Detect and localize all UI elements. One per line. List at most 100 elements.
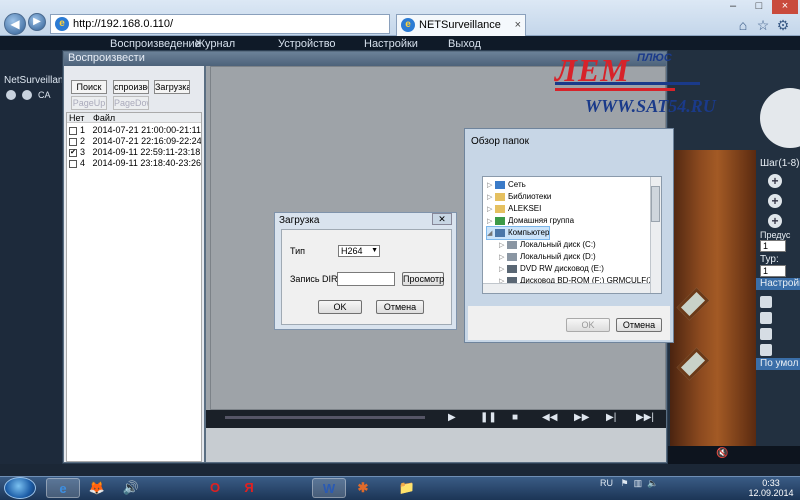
default-label: По умол xyxy=(760,358,799,369)
menu-device[interactable]: Устройство xyxy=(278,38,336,50)
address-bar[interactable]: e http://192.168.0.110/ xyxy=(50,14,390,34)
download-dialog-body: Тип H264 ▼ Запись DIR Просмотр OK Отмена xyxy=(281,229,452,325)
last-icon[interactable]: ▶▶| xyxy=(636,411,654,425)
tree-item[interactable]: ▷ Библиотеки xyxy=(487,191,551,203)
mute-icon[interactable]: 🔇 xyxy=(716,448,728,459)
ok-button[interactable]: OK xyxy=(566,318,610,332)
tab-close-icon[interactable]: × xyxy=(515,15,521,35)
tree-item[interactable]: ◢ Компьютер xyxy=(485,226,551,240)
device-tree-title[interactable]: NetSurveillan xyxy=(4,75,63,86)
playback-controls xyxy=(206,410,666,428)
home-icon[interactable]: ⌂ xyxy=(734,16,752,34)
default-button[interactable]: По умол xyxy=(756,358,800,370)
browser-tab[interactable]: e NETSurveillance WEB × xyxy=(396,14,526,51)
taskbar-media-icon[interactable]: 🔊 xyxy=(114,478,148,498)
hue-icon[interactable] xyxy=(760,344,772,356)
gear-icon[interactable]: ⚙ xyxy=(774,16,792,34)
tree-item[interactable]: ▷ Локальный диск (D:) xyxy=(499,251,596,263)
menu-playback[interactable]: Воспроизведение xyxy=(110,38,201,50)
cancel-button[interactable]: Отмена xyxy=(616,318,662,332)
record-icon[interactable] xyxy=(6,90,16,100)
tree-item[interactable]: ▷ Сеть xyxy=(487,179,526,191)
next-frame-icon[interactable]: ▶| xyxy=(606,411,616,425)
folder-icon xyxy=(495,228,505,237)
tree-item[interactable]: ▷ Домашняя группа xyxy=(487,215,574,227)
search-button[interactable]: Поиск xyxy=(71,80,107,94)
taskbar-ie-icon[interactable]: e xyxy=(46,478,80,498)
live-video-strip xyxy=(670,150,756,446)
tree-scroll-thumb[interactable] xyxy=(651,186,660,222)
brightness-icon[interactable] xyxy=(760,296,772,308)
taskbar-app7-icon[interactable]: ✱ xyxy=(346,478,380,498)
table-row[interactable]: 4 2014-09-11 23:18:40-23:26:46(... xyxy=(69,158,201,169)
browse-button[interactable]: Просмотр xyxy=(402,272,444,286)
taskbar-word-icon[interactable]: W xyxy=(312,478,346,498)
tree-item[interactable]: ▷ ALEKSEI xyxy=(487,203,541,215)
step-label: Шаг(1-8) xyxy=(760,158,800,169)
page-down-button[interactable]: PageDown xyxy=(113,96,149,110)
table-row[interactable]: ✔3 2014-09-11 22:59:11-23:18:40(... xyxy=(69,147,201,158)
playback-button[interactable]: спроизвес xyxy=(113,80,149,94)
table-row[interactable]: 2 2014-07-21 22:16:09-22:24:30(... xyxy=(69,136,201,147)
close-icon[interactable]: ✕ xyxy=(432,213,452,225)
tree-item-label: ALEKSEI xyxy=(508,204,542,213)
star-icon[interactable]: ☆ xyxy=(754,16,772,34)
file-checkbox[interactable] xyxy=(69,137,77,146)
type-input[interactable]: 1 xyxy=(760,265,786,277)
progress-slider[interactable] xyxy=(225,416,425,419)
iris-plus-button[interactable]: + xyxy=(768,214,782,228)
page-up-button[interactable]: PageUp xyxy=(71,96,107,110)
menu-log[interactable]: Журнал xyxy=(195,38,235,50)
slow-icon[interactable]: ◀◀ xyxy=(542,411,557,425)
zoom-plus-button[interactable]: + xyxy=(768,174,782,188)
minimize-button[interactable]: – xyxy=(720,0,746,14)
forward-button[interactable]: ▶ xyxy=(28,13,46,31)
file-checkbox[interactable] xyxy=(69,159,77,168)
flag-icon[interactable]: ⚑ xyxy=(621,478,629,488)
start-button[interactable] xyxy=(4,477,36,499)
folder-tree: ▷ Сеть ▷ Библиотеки ▷ ALEKSEI ▷ Домашняя группа… xyxy=(482,176,662,294)
play-icon[interactable] xyxy=(22,90,32,100)
clock-date: 12.09.2014 xyxy=(748,488,794,498)
taskbar-firefox-icon[interactable]: 🦊 xyxy=(80,478,114,498)
back-button[interactable]: ◀ xyxy=(4,13,26,35)
file-checkbox[interactable]: ✔ xyxy=(69,148,77,157)
tree-item[interactable]: ▷ Локальный диск (C:) xyxy=(499,239,596,251)
menu-settings[interactable]: Настройки xyxy=(364,38,418,50)
tree-expander-icon[interactable]: ◢ xyxy=(487,228,495,240)
tree-item-label: DVD RW дисковод (E:) xyxy=(520,264,604,273)
menu-exit[interactable]: Выход xyxy=(448,38,481,50)
stop-icon[interactable]: ■ xyxy=(512,411,518,425)
speaker-icon[interactable]: 🔈 xyxy=(647,478,658,488)
maximize-button[interactable]: □ xyxy=(746,0,772,14)
door-glass-decor xyxy=(676,287,710,321)
close-button[interactable]: × xyxy=(772,0,798,14)
folder-icon xyxy=(507,240,517,249)
clock[interactable]: 0:33 12.09.2014 xyxy=(746,478,796,498)
contrast-icon[interactable] xyxy=(760,312,772,324)
file-checkbox[interactable] xyxy=(69,126,77,135)
pause-icon[interactable]: ❚❚ xyxy=(480,411,497,425)
tree-hscrollbar[interactable] xyxy=(483,283,650,293)
download-button[interactable]: Загрузка xyxy=(154,80,190,94)
step-input[interactable]: 1 xyxy=(760,240,786,252)
table-row[interactable]: 1 2014-07-21 21:00:00-21:11:52(... xyxy=(69,125,201,136)
type-select[interactable]: H264 ▼ xyxy=(338,245,380,257)
cancel-button[interactable]: Отмена xyxy=(376,300,424,314)
focus-plus-button[interactable]: + xyxy=(768,194,782,208)
taskbar-explorer-icon[interactable]: 📁 xyxy=(390,478,424,498)
camera-label[interactable]: CA xyxy=(38,90,51,100)
ie-icon: e xyxy=(55,17,69,31)
preset-label: Предус xyxy=(760,230,791,240)
tray-lang[interactable]: RU ⚑ ▥ 🔈 xyxy=(600,478,658,489)
saturation-icon[interactable] xyxy=(760,328,772,340)
network-icon[interactable]: ▥ xyxy=(634,478,643,488)
tree-item[interactable]: ▷ DVD RW дисковод (E:) xyxy=(499,263,604,275)
ok-button[interactable]: OK xyxy=(318,300,362,314)
play-icon[interactable]: ▶ xyxy=(448,411,456,425)
taskbar-opera-icon[interactable]: O xyxy=(198,478,232,498)
taskbar-yandex-icon[interactable]: Я xyxy=(232,478,266,498)
timeline-area xyxy=(206,428,666,462)
fast-icon[interactable]: ▶▶ xyxy=(574,411,589,425)
dir-input[interactable] xyxy=(337,272,395,286)
